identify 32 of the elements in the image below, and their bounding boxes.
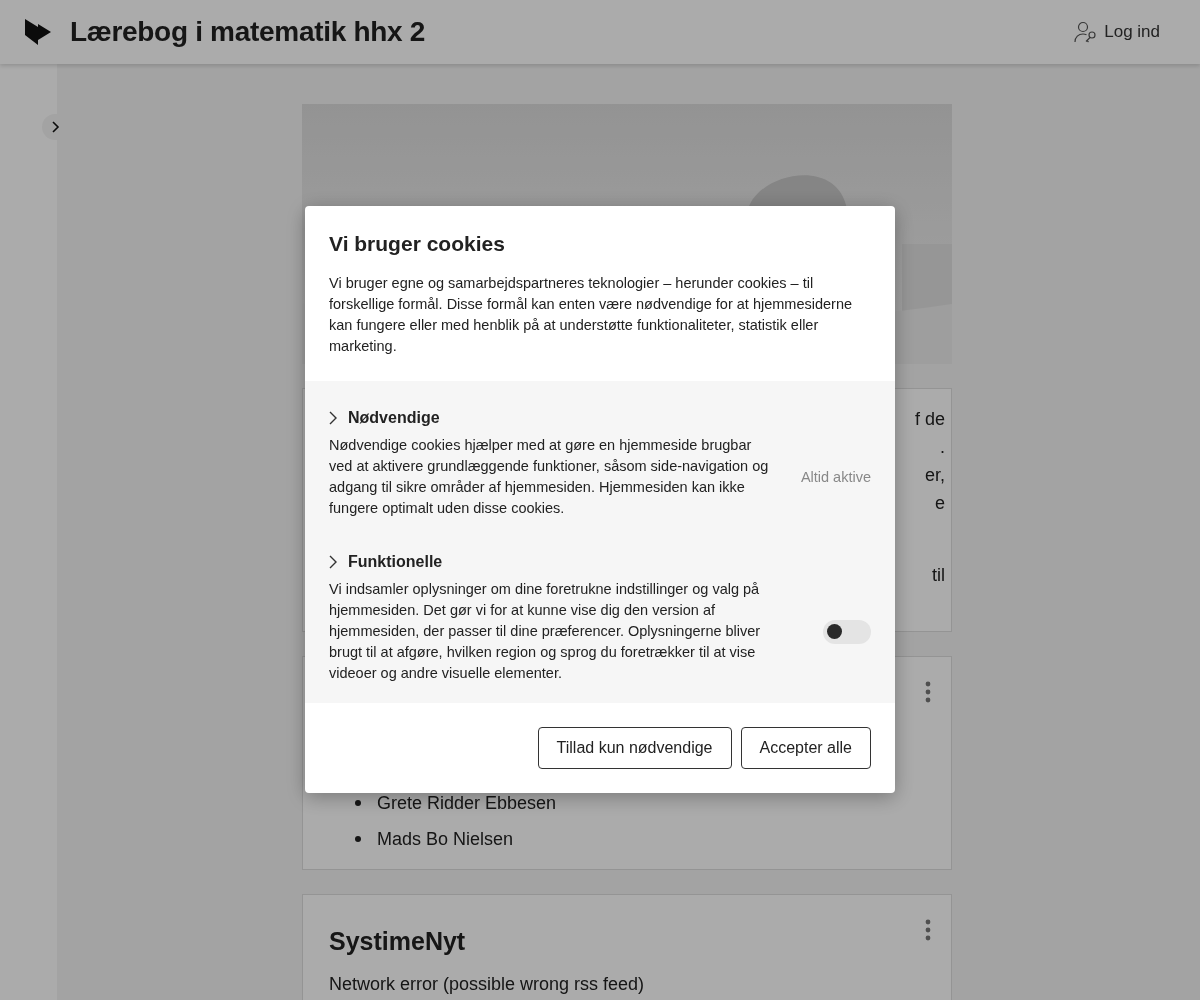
user-key-icon xyxy=(1074,21,1099,43)
consent-button[interactable]: Tillad kun nødvendige xyxy=(537,727,732,769)
more-icon xyxy=(925,681,931,703)
category-description: Nødvendige cookies hjælper med at gøre en hjemmeside brugbar ved at aktivere grundlæggende funktioner, såsom side-navigation og adgang til sikre områder af hjemmesiden. Hjemmesiden kan ikke fungere optimalt uden disse cookies. xyxy=(329,436,770,518)
bullet-icon xyxy=(355,836,361,842)
more-button[interactable] xyxy=(923,679,933,705)
text-fragment: f de xyxy=(914,408,945,431)
book-title: Lærebog i matematik hhx 2 xyxy=(70,16,427,48)
login-link[interactable]: Log ind xyxy=(1074,21,1160,43)
more-button[interactable] xyxy=(923,917,933,943)
text-fragment: til xyxy=(932,564,945,587)
category-description: Vi indsamler oplysninger om dine foretrukne indstillinger og valg på hjemmesiden. Det gør vi for at kunne vise dig den version af hjemmesiden, der passer til dine præferencer. Oplysningerne bliver brugt til at afgøre, hvilken region og sprog du foretrækker til at vise videoer og andre visuelle elementer. xyxy=(329,580,762,683)
dialog-title: Vi bruger cookies xyxy=(328,231,506,256)
text-fragment: er, xyxy=(925,464,945,487)
always-active-label: Altid aktive xyxy=(799,469,871,485)
text-fragment: . xyxy=(940,436,945,459)
category-header[interactable]: Funktionelle xyxy=(329,553,443,571)
consent-button[interactable]: Accepter alle xyxy=(740,727,871,769)
logo-icon xyxy=(24,18,52,46)
text-fragment: e xyxy=(935,492,945,515)
news-title: SystimeNyt xyxy=(329,927,467,956)
more-icon xyxy=(925,919,931,941)
category-header[interactable]: Nødvendige xyxy=(329,409,440,427)
author-name: Grete Ridder Ebbesen xyxy=(377,792,557,814)
chevron-icon xyxy=(52,121,60,133)
author-name: Mads Bo Nielsen xyxy=(377,828,514,850)
chevron-icon xyxy=(329,555,338,569)
dialog-text: Vi bruger egne og samarbejdspartneres teknologier – herunder cookies – til forskellige formål. Disse formål kan enten være nødvendige for at hjemmesiderne kan fungere eller med henblik på at understøtte funktionaliteter, statistik eller marketing. xyxy=(328,274,854,356)
toggle-switch[interactable] xyxy=(823,619,871,644)
error-message: Network error (possible wrong rss feed) xyxy=(329,974,646,995)
bullet-icon xyxy=(355,800,361,806)
chevron-icon xyxy=(329,411,338,425)
